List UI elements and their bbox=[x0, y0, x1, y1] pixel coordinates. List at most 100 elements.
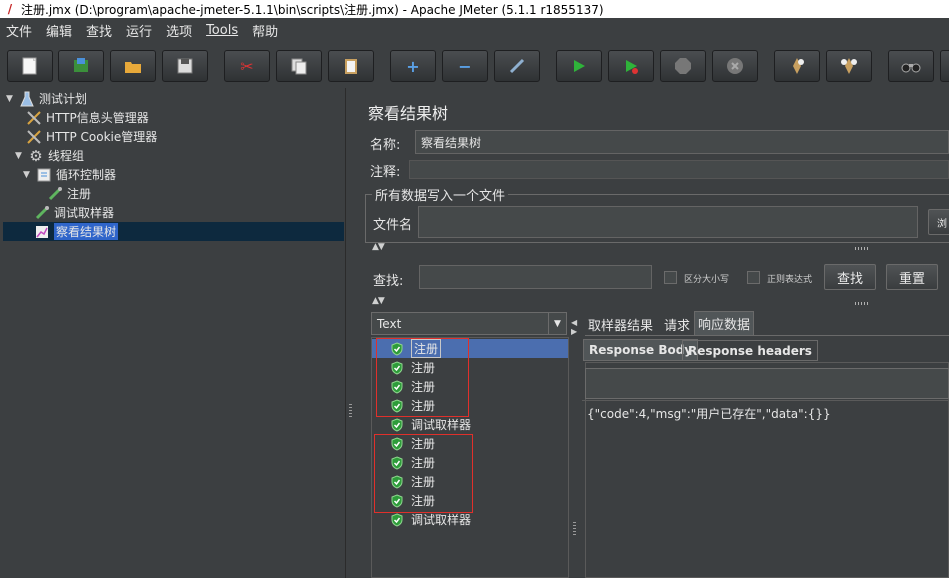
copy-button[interactable] bbox=[276, 50, 322, 82]
comment-field[interactable] bbox=[409, 160, 949, 179]
name-label: 名称: bbox=[370, 138, 401, 153]
tree-node-debug-sampler[interactable]: 调试取样器 bbox=[34, 203, 114, 222]
jmeter-feather-icon: / bbox=[7, 2, 13, 16]
start-button[interactable] bbox=[556, 50, 602, 82]
menu-options[interactable]: 选项 bbox=[166, 21, 192, 40]
expand-button[interactable]: + bbox=[390, 50, 436, 82]
splitter-grip[interactable] bbox=[573, 522, 576, 536]
split-arrows-icon[interactable]: ◀ ▶ bbox=[571, 318, 577, 336]
shutdown-button[interactable] bbox=[712, 50, 758, 82]
tree-node-view-results-tree[interactable]: 察看结果树 bbox=[3, 222, 344, 241]
result-item[interactable]: 调试取样器 bbox=[372, 415, 568, 434]
file-group-title: 所有数据写入一个文件 bbox=[372, 185, 509, 204]
tree-node-label: 循环控制器 bbox=[56, 168, 117, 182]
cut-icon: ✂ bbox=[240, 56, 254, 76]
cut-button[interactable]: ✂ bbox=[224, 50, 270, 82]
view-results-tree-panel: 察看结果树 名称: 察看结果树 注释: 所有数据写入一个文件 文件名 浏 ▲▼ … bbox=[356, 88, 949, 578]
result-label: 调试取样器 bbox=[411, 513, 472, 527]
tab-divider bbox=[585, 335, 949, 336]
browse-button[interactable]: 浏 bbox=[928, 209, 949, 235]
toolbar-overflow-button[interactable] bbox=[940, 50, 949, 82]
tab-response-headers[interactable]: Response headers bbox=[682, 340, 818, 361]
tree-node-label: HTTP Cookie管理器 bbox=[46, 130, 158, 144]
regex-checkbox[interactable] bbox=[747, 271, 760, 284]
tree-node-cookie-manager[interactable]: HTTP Cookie管理器 bbox=[26, 127, 157, 146]
renderer-selected: Text bbox=[377, 316, 402, 331]
name-field[interactable]: 察看结果树 bbox=[415, 130, 949, 154]
start-no-pause-button[interactable] bbox=[608, 50, 654, 82]
flask-icon bbox=[19, 91, 35, 107]
start-icon bbox=[569, 56, 589, 76]
stop-button[interactable] bbox=[660, 50, 706, 82]
menu-tools[interactable]: Tools bbox=[206, 23, 238, 38]
tab-response-data[interactable]: 响应数据 bbox=[694, 311, 755, 335]
case-sensitive-checkbox[interactable] bbox=[664, 271, 677, 284]
save-button[interactable] bbox=[162, 50, 208, 82]
split-arrows-icon[interactable]: ▲▼ bbox=[372, 296, 385, 306]
case-sensitive-label: 区分大小写 bbox=[684, 275, 730, 285]
tree-node-label: HTTP信息头管理器 bbox=[46, 111, 149, 125]
split-arrows-icon[interactable]: ▲▼ bbox=[372, 242, 385, 252]
clear-all-button[interactable] bbox=[826, 50, 872, 82]
main-splitter[interactable] bbox=[347, 88, 355, 578]
tab-response-body[interactable]: Response Body bbox=[583, 339, 699, 361]
tree-node-loop-controller[interactable]: ▼ 循环控制器 bbox=[23, 165, 116, 184]
split-grip[interactable] bbox=[855, 302, 869, 305]
menu-help[interactable]: 帮助 bbox=[252, 21, 278, 40]
results-splitter[interactable]: ◀ ▶ bbox=[571, 312, 579, 578]
toggle-button[interactable] bbox=[494, 50, 540, 82]
toggle-icon bbox=[507, 56, 527, 76]
test-plan-tree[interactable]: ▼ 测试计划 HTTP信息头管理器 HTTP Cookie管理器 ▼ ⚙ 线程组… bbox=[0, 88, 346, 578]
copy-icon bbox=[289, 56, 309, 76]
expand-icon: + bbox=[406, 56, 420, 76]
highlight-box bbox=[376, 338, 469, 417]
open-button[interactable] bbox=[110, 50, 156, 82]
clear-all-icon bbox=[839, 56, 859, 76]
binoculars-icon bbox=[901, 56, 921, 76]
toolbar: ✂ + − bbox=[0, 42, 949, 88]
split-grip[interactable] bbox=[855, 247, 869, 250]
pipette-icon bbox=[34, 205, 50, 221]
response-search-input[interactable] bbox=[585, 368, 949, 399]
find-button[interactable]: 查找 bbox=[824, 264, 876, 290]
stop-icon bbox=[673, 56, 693, 76]
comment-label: 注释: bbox=[370, 165, 401, 180]
menu-search[interactable]: 查找 bbox=[86, 21, 112, 40]
menu-edit[interactable]: 编辑 bbox=[46, 21, 72, 40]
response-body-text: {"code":4,"msg":"用户已存在","data":{}} bbox=[587, 407, 831, 421]
expanded-icon[interactable]: ▼ bbox=[23, 170, 33, 180]
collapse-button[interactable]: − bbox=[442, 50, 488, 82]
paste-icon bbox=[341, 56, 361, 76]
response-text-area[interactable] bbox=[582, 400, 949, 578]
tab-request[interactable]: 请求 bbox=[661, 313, 693, 335]
tree-node-label: 察看结果树 bbox=[54, 223, 119, 240]
pipette-icon bbox=[47, 186, 63, 202]
tree-node-register-sampler[interactable]: 注册 bbox=[47, 184, 91, 203]
tree-node-label: 测试计划 bbox=[39, 92, 88, 106]
tree-node-test-plan[interactable]: ▼ 测试计划 bbox=[6, 89, 87, 108]
paste-button[interactable] bbox=[328, 50, 374, 82]
search-button[interactable] bbox=[888, 50, 934, 82]
menu-run[interactable]: 运行 bbox=[126, 21, 152, 40]
expanded-icon[interactable]: ▼ bbox=[6, 94, 16, 104]
new-button[interactable] bbox=[7, 50, 53, 82]
clear-button[interactable] bbox=[774, 50, 820, 82]
chevron-down-icon[interactable]: ▼ bbox=[548, 313, 566, 334]
panel-title: 察看结果树 bbox=[368, 104, 449, 123]
save-icon bbox=[175, 56, 195, 76]
tree-node-header-manager[interactable]: HTTP信息头管理器 bbox=[26, 108, 149, 127]
tab-sampler-result[interactable]: 取样器结果 bbox=[585, 313, 656, 335]
expanded-icon[interactable]: ▼ bbox=[15, 151, 25, 161]
window-title: 注册.jmx (D:\program\apache-jmeter-5.1.1\b… bbox=[21, 2, 604, 17]
highlight-box bbox=[374, 434, 473, 513]
search-input[interactable] bbox=[419, 265, 652, 289]
clear-icon bbox=[787, 56, 807, 76]
templates-button[interactable] bbox=[58, 50, 104, 82]
splitter-grip[interactable] bbox=[349, 404, 352, 418]
reset-button[interactable]: 重置 bbox=[886, 264, 938, 290]
renderer-select[interactable]: Text ▼ bbox=[371, 312, 567, 335]
menu-file[interactable]: 文件 bbox=[6, 21, 32, 40]
filename-field[interactable] bbox=[418, 206, 918, 238]
tree-node-thread-group[interactable]: ▼ ⚙ 线程组 bbox=[15, 146, 84, 165]
open-icon bbox=[123, 56, 143, 76]
